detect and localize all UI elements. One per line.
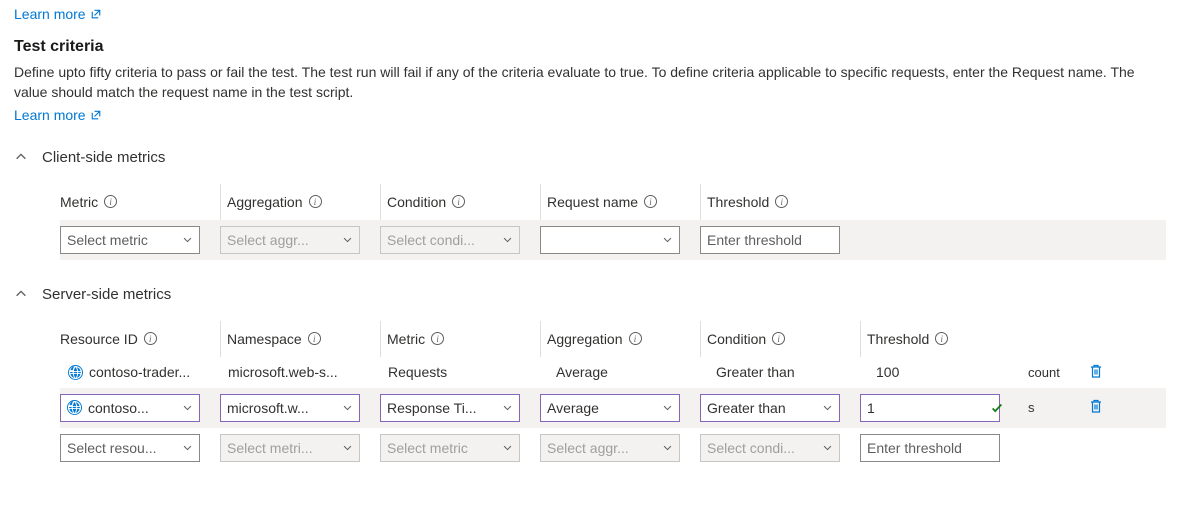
external-link-icon — [90, 109, 102, 121]
client-row: Select metric Select aggr... Select cond… — [60, 220, 1166, 260]
chevron-down-icon — [342, 234, 353, 245]
delete-row-button[interactable] — [1080, 398, 1120, 417]
aggregation-value: Average — [540, 364, 680, 380]
client-metrics-grid: Metric i Aggregation i Condition i Reque… — [60, 184, 1166, 260]
link-label: Learn more — [14, 107, 86, 123]
chevron-down-icon — [822, 402, 833, 413]
info-icon[interactable]: i — [309, 195, 322, 208]
threshold-input[interactable] — [860, 394, 1000, 422]
unit-value: count — [1020, 365, 1080, 380]
condition-select: Select condi... — [380, 226, 520, 254]
chevron-down-icon — [662, 234, 673, 245]
metric-select[interactable]: Response Ti... — [380, 394, 520, 422]
info-icon[interactable]: i — [935, 332, 948, 345]
namespace-select: Select metri... — [220, 434, 360, 462]
info-icon[interactable]: i — [308, 332, 321, 345]
server-header-row: Resource ID i Namespace i Metric i Aggre… — [60, 321, 1166, 357]
chevron-down-icon — [342, 402, 353, 413]
col-condition: Condition i — [380, 184, 540, 220]
info-icon[interactable]: i — [772, 332, 785, 345]
col-request-name: Request name i — [540, 184, 700, 220]
chevron-down-icon — [662, 442, 673, 453]
col-threshold: Threshold i — [860, 321, 1020, 357]
col-resource: Resource ID i — [60, 321, 220, 357]
info-icon[interactable]: i — [775, 195, 788, 208]
server-metrics-toggle[interactable]: Server-side metrics — [14, 286, 1166, 303]
info-icon[interactable]: i — [104, 195, 117, 208]
col-aggregation: Aggregation i — [220, 184, 380, 220]
server-metrics-title: Server-side metrics — [42, 286, 171, 303]
condition-value: Greater than — [700, 364, 840, 380]
threshold-input[interactable] — [700, 226, 840, 254]
client-metrics-toggle[interactable]: Client-side metrics — [14, 149, 1166, 166]
client-metrics-title: Client-side metrics — [42, 149, 165, 166]
unit-value: s — [1020, 400, 1080, 415]
chevron-down-icon — [822, 442, 833, 453]
chevron-up-icon — [14, 150, 28, 164]
external-link-icon — [90, 8, 102, 20]
request-name-select[interactable] — [540, 226, 680, 254]
page-description: Define upto fifty criteria to pass or fa… — [14, 62, 1166, 103]
info-icon[interactable]: i — [431, 332, 444, 345]
chevron-down-icon — [662, 402, 673, 413]
server-row: contoso-trader... microsoft.web-s... Req… — [60, 357, 1166, 388]
trash-icon — [1088, 363, 1104, 379]
col-threshold: Threshold i — [700, 184, 860, 220]
info-icon[interactable]: i — [144, 332, 157, 345]
server-metrics-grid: Resource ID i Namespace i Metric i Aggre… — [60, 321, 1166, 468]
namespace-select[interactable]: microsoft.w... — [220, 394, 360, 422]
chevron-down-icon — [182, 402, 193, 413]
aggregation-select[interactable]: Average — [540, 394, 680, 422]
delete-row-button[interactable] — [1080, 363, 1120, 382]
condition-select: Select condi... — [700, 434, 840, 462]
aggregation-select: Select aggr... — [540, 434, 680, 462]
chevron-down-icon — [182, 442, 193, 453]
threshold-value: 100 — [860, 364, 1000, 380]
chevron-down-icon — [182, 234, 193, 245]
server-row: contoso... microsoft.w... Response Ti...… — [60, 388, 1166, 428]
metric-select: Select metric — [380, 434, 520, 462]
col-metric: Metric i — [60, 184, 220, 220]
info-icon[interactable]: i — [629, 332, 642, 345]
chevron-down-icon — [502, 234, 513, 245]
info-icon[interactable]: i — [644, 195, 657, 208]
chevron-down-icon — [502, 442, 513, 453]
info-icon[interactable]: i — [452, 195, 465, 208]
globe-icon — [68, 365, 83, 380]
namespace-value: microsoft.web-s... — [220, 364, 360, 380]
client-header-row: Metric i Aggregation i Condition i Reque… — [60, 184, 1166, 220]
col-aggregation: Aggregation i — [540, 321, 700, 357]
page-title: Test criteria — [14, 38, 1166, 56]
aggregation-select: Select aggr... — [220, 226, 360, 254]
resource-select[interactable]: Select resou... — [60, 434, 200, 462]
link-label: Learn more — [14, 6, 86, 22]
learn-more-link-desc[interactable]: Learn more — [14, 107, 102, 123]
condition-select[interactable]: Greater than — [700, 394, 840, 422]
learn-more-link-top[interactable]: Learn more — [14, 6, 102, 22]
trash-icon — [1088, 398, 1104, 414]
col-condition: Condition i — [700, 321, 860, 357]
metric-value: Requests — [380, 364, 520, 380]
resource-select[interactable]: contoso... — [60, 394, 200, 422]
col-metric: Metric i — [380, 321, 540, 357]
server-row: Select resou... Select metri... Select m… — [60, 428, 1166, 468]
chevron-up-icon — [14, 287, 28, 301]
col-namespace: Namespace i — [220, 321, 380, 357]
resource-value: contoso-trader... — [60, 364, 200, 380]
metric-select[interactable]: Select metric — [60, 226, 200, 254]
chevron-down-icon — [502, 402, 513, 413]
chevron-down-icon — [342, 442, 353, 453]
threshold-input[interactable] — [860, 434, 1000, 462]
globe-icon — [67, 400, 82, 415]
